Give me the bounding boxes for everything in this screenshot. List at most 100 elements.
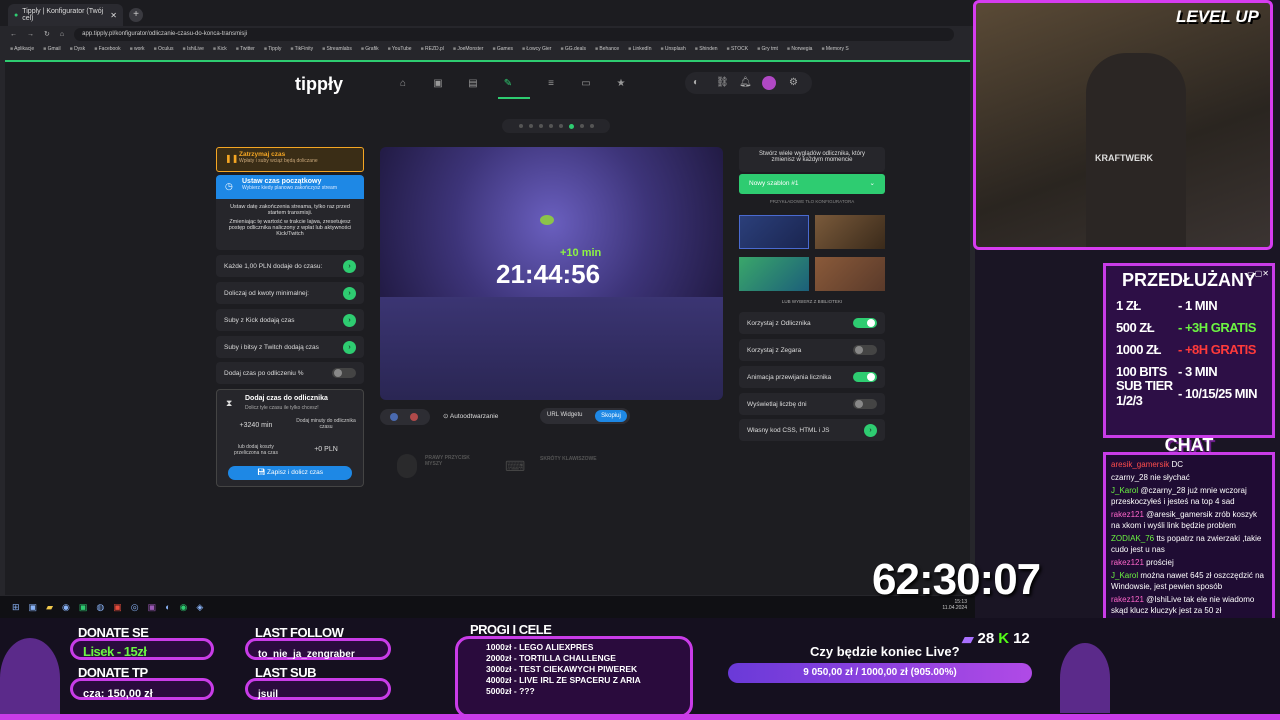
link-icon[interactable]: ⛓: [716, 77, 729, 88]
address-bar[interactable]: app.tipply.pl/konfigurator/odliczanie-cz…: [74, 27, 955, 41]
minutes-input[interactable]: +3240 min: [225, 418, 287, 434]
taskbar-app-icon[interactable]: ◎: [131, 602, 139, 613]
taskbar-app-icon[interactable]: ▰: [46, 602, 53, 613]
pause-time-button[interactable]: ❚❚ Zatrzymaj czas Wpłaty i suby wciąż bę…: [216, 147, 364, 172]
bookmark-item[interactable]: GG.deals: [560, 46, 586, 52]
bg-thumb-3[interactable]: [739, 257, 809, 291]
bookmark-item[interactable]: Oculus: [154, 46, 174, 52]
bookmark-item[interactable]: TikFinity: [290, 46, 313, 52]
bookmark-item[interactable]: REZD.pl: [421, 46, 444, 52]
step-dot[interactable]: [528, 124, 533, 128]
step-dot[interactable]: [548, 124, 553, 128]
bell-icon[interactable]: 🔔︎: [739, 77, 752, 88]
back-icon[interactable]: ←: [10, 31, 17, 38]
time-rule-row[interactable]: Suby i bitsy z Twitch dodają czas ›: [216, 336, 364, 358]
edit-nav-icon[interactable]: ✎: [502, 78, 514, 90]
bookmark-item[interactable]: Streamlabs: [322, 46, 352, 52]
home-icon[interactable]: ⌂: [60, 31, 64, 38]
add-after-countdown-toggle[interactable]: [332, 368, 356, 378]
style-select[interactable]: Nowy szablon #1 ⌄: [739, 174, 885, 194]
gear-icon[interactable]: ⚙: [789, 77, 798, 88]
bookmark-item[interactable]: Unsplash: [660, 46, 686, 52]
window-nav-icon[interactable]: ▭: [580, 78, 592, 90]
time-rule-row[interactable]: Suby z Kick dodają czas ›: [216, 309, 364, 331]
taskbar-app-icon[interactable]: ◉: [62, 602, 70, 613]
autoplay-option[interactable]: ⊙ Autoodtwarzanie: [443, 412, 498, 420]
reload-icon[interactable]: ↻: [44, 30, 50, 38]
copy-url-button[interactable]: Skopiuj: [595, 410, 627, 422]
star-nav-icon[interactable]: ★: [615, 78, 627, 90]
arrow-right-icon[interactable]: ›: [343, 313, 356, 327]
bookmark-item[interactable]: Behance: [595, 46, 619, 52]
bookmark-item[interactable]: Tipply: [264, 46, 281, 52]
taskbar-app-icon[interactable]: ▣: [148, 602, 157, 613]
bookmark-item[interactable]: Grafik: [361, 46, 378, 52]
tab-tipply[interactable]: ● Tipply | Konfigurator (Twój cel) ✕: [8, 4, 123, 26]
arrow-right-icon[interactable]: ›: [343, 286, 356, 300]
bookmark-item[interactable]: Aplikacje: [10, 46, 34, 52]
bookmark-item[interactable]: YouTube: [388, 46, 412, 52]
color-dot[interactable]: [410, 413, 418, 421]
list-nav-icon[interactable]: ▤: [467, 78, 479, 90]
setting-toggle[interactable]: [853, 318, 877, 328]
time-rule-row[interactable]: Każde 1,00 PLN dodaje do czasu: ›: [216, 255, 364, 277]
bookmark-item[interactable]: Gry tmt: [757, 46, 778, 52]
step-dot[interactable]: [579, 124, 584, 128]
bookmark-item[interactable]: Shinden: [695, 46, 717, 52]
wallet-nav-icon[interactable]: ▣: [432, 78, 444, 90]
close-tab-icon[interactable]: ✕: [110, 11, 117, 20]
bookmark-item[interactable]: Kick: [213, 46, 226, 52]
bookmark-item[interactable]: Games: [492, 46, 513, 52]
bookmark-item[interactable]: IshiLive: [183, 46, 204, 52]
bookmark-item[interactable]: Facebook: [94, 46, 121, 52]
color-dot[interactable]: [390, 413, 398, 421]
pln-input[interactable]: +0 PLN: [295, 442, 357, 458]
forward-icon[interactable]: →: [27, 31, 34, 38]
bookmark-item[interactable]: JoeMonster: [453, 46, 483, 52]
arrow-right-icon[interactable]: ›: [343, 259, 356, 273]
taskbar-app-icon[interactable]: ▣: [113, 602, 122, 613]
save-add-time-button[interactable]: 💾︎ Zapisz i dolicz czas: [228, 466, 352, 480]
bg-thumb-4[interactable]: [815, 257, 885, 291]
bookmark-item[interactable]: STOCK: [727, 46, 748, 52]
taskbar-app-icon[interactable]: ◍: [96, 602, 104, 613]
start-time-button[interactable]: ◷ Ustaw czas początkowy Wybierz kiedy pl…: [216, 175, 364, 199]
step-dot[interactable]: [538, 124, 543, 128]
taskbar-app-icon[interactable]: ◈: [196, 602, 203, 613]
step-dot[interactable]: [589, 124, 594, 128]
step-dot-active[interactable]: [568, 123, 574, 129]
taskbar-app-icon[interactable]: ◉: [180, 602, 188, 613]
setting-toggle[interactable]: [853, 372, 877, 382]
bookmark-item[interactable]: LinkedIn: [628, 46, 652, 52]
custom-code-row[interactable]: Własny kod CSS, HTML i JS ›: [739, 419, 885, 441]
bookmark-item[interactable]: Dysk: [70, 46, 85, 52]
taskbar-app-icon[interactable]: ▣: [29, 602, 38, 613]
bookmark-item[interactable]: Gmail: [43, 46, 61, 52]
windows-start-icon[interactable]: ⊞: [12, 602, 20, 613]
setting-toggle[interactable]: [853, 345, 877, 355]
bookmark-item[interactable]: Memory S: [821, 46, 849, 52]
bookmark-item[interactable]: Twitter: [236, 46, 255, 52]
preview-color-controls[interactable]: [380, 409, 430, 425]
library-link[interactable]: LUB WYBIERZ Z BIBLIOTEKI: [739, 299, 885, 304]
avatar[interactable]: [762, 76, 776, 90]
step-dot[interactable]: [558, 124, 563, 128]
bookmark-item[interactable]: Norwegia: [787, 46, 812, 52]
new-tab-button[interactable]: +: [129, 8, 143, 22]
arrow-right-icon[interactable]: ›: [343, 340, 356, 354]
taskbar-app-icon[interactable]: ▣: [79, 602, 88, 613]
time-rule-row[interactable]: Doliczaj od kwoty minimalnej: ›: [216, 282, 364, 304]
bg-thumb-1[interactable]: [739, 215, 809, 249]
home-nav-icon[interactable]: ⌂: [397, 78, 409, 90]
bg-thumb-2[interactable]: [815, 215, 885, 249]
autoplay-toggle-icon[interactable]: ⊙: [443, 413, 450, 420]
stack-nav-icon[interactable]: ≡: [545, 78, 557, 90]
bookmark-item[interactable]: work: [130, 46, 145, 52]
theme-icon[interactable]: ◐: [693, 77, 699, 88]
arrow-right-icon[interactable]: ›: [864, 423, 877, 437]
step-dot[interactable]: [518, 124, 523, 128]
taskbar-app-icon[interactable]: ◐: [165, 602, 170, 612]
widget-url: URL Widgetu Skopiuj: [540, 408, 630, 424]
setting-toggle[interactable]: [853, 399, 877, 409]
bookmark-item[interactable]: Łowcy Gier: [522, 46, 551, 52]
